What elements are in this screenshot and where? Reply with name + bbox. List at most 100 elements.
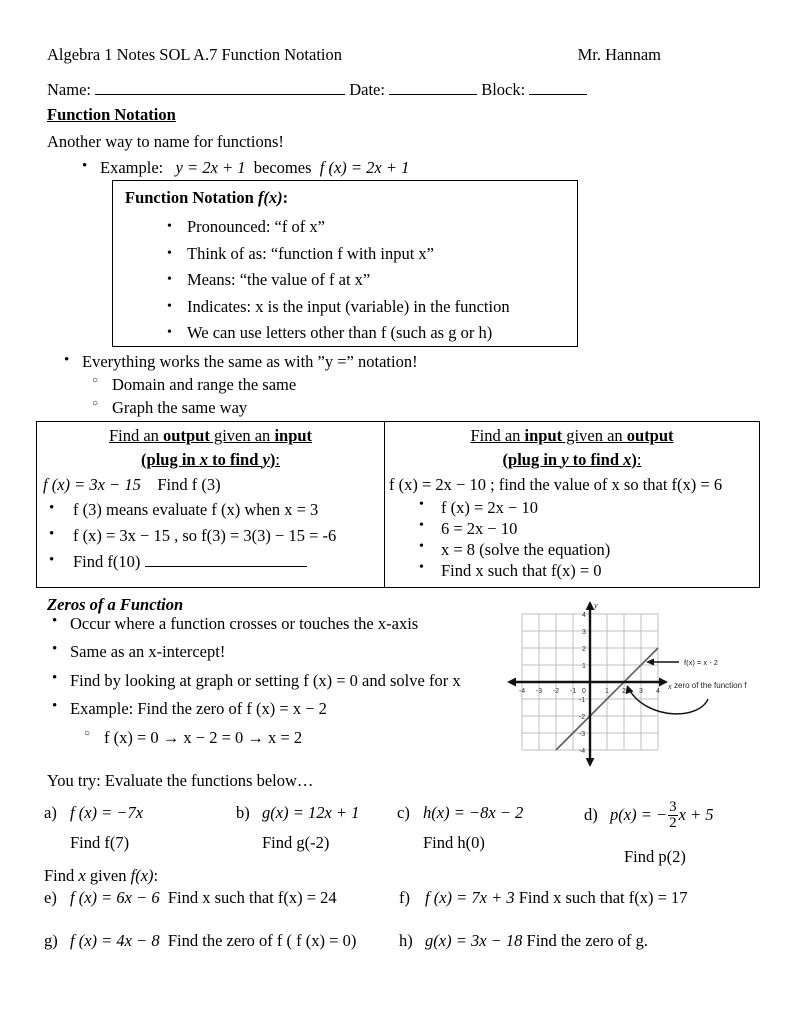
svg-text:1: 1: [582, 663, 586, 670]
list-item: Think of as: “function f with input x”: [161, 241, 510, 268]
exercise-task: Find the zero of g.: [526, 931, 648, 950]
svg-text:4: 4: [656, 688, 660, 695]
column-body: f (x) = 3x − 15 Find f (3) f (3) means e…: [37, 472, 384, 574]
list-item: x = 8 (solve the equation): [415, 538, 759, 560]
example-becomes: becomes: [253, 158, 312, 177]
exercise-d: d) p(x) = −3 2 x + 5 Find p(2): [584, 800, 714, 867]
course-title: Algebra 1 Notes SOL A.7 Function Notatio…: [47, 45, 342, 64]
column-header: Find an input given an output (plug in y…: [385, 422, 759, 472]
example-equation-fx: f (x) = 2x + 1: [319, 158, 410, 177]
y-axis: [585, 601, 595, 767]
given-equation: f (x) = 3x − 15: [43, 474, 141, 494]
exercise-equation: h(x) = −8x − 2: [423, 803, 524, 822]
y-tick-labels: 4 3 2 1 -1 -2 -3 -4: [579, 612, 586, 755]
svg-text:-3: -3: [579, 731, 585, 738]
given-problem-line: f (x) = 2x − 10 ; find the value of x so…: [389, 474, 723, 494]
given-equation-row: f (x) = 3x − 15 Find f (3): [43, 475, 384, 495]
box-title-suffix: :: [282, 188, 289, 207]
exercise-g: g) f (x) = 4x − 8 Find the zero of f ( f …: [44, 931, 356, 951]
list-item: Pronounced: “f of x”: [161, 214, 510, 241]
list-item: Same as an x-intercept!: [44, 640, 494, 662]
exercise-task: Find f(7): [70, 833, 130, 852]
list-item: Means: “the value of f at x”: [161, 267, 510, 294]
document-header: Algebra 1 Notes SOL A.7 Function Notatio…: [47, 45, 747, 65]
list-item: f (x) = 3x − 15 , so f(3) = 3(3) − 15 = …: [43, 524, 384, 547]
exercise-task: Find x such that f(x) = 17: [518, 888, 688, 907]
svg-text:-1: -1: [570, 688, 576, 695]
list-item: Find by looking at graph or setting f (x…: [44, 669, 494, 691]
list-item: f (x) = 2x − 10: [415, 496, 759, 518]
function-notation-box-list: Pronounced: “f of x” Think of as: “funct…: [161, 214, 510, 347]
box-title-prefix: Function Notation: [125, 188, 258, 207]
name-date-block-row: Name: Date: Block:: [47, 79, 747, 100]
exercise-c: c) h(x) = −8x − 2 Find h(0): [397, 803, 523, 853]
column-header: Find an output given an input (plug in x…: [37, 422, 384, 472]
block-label: Block:: [481, 80, 526, 99]
exercise-equation: f (x) = 4x − 8: [70, 931, 160, 950]
svg-text:3: 3: [582, 629, 586, 636]
svg-text:-4: -4: [579, 748, 585, 755]
exercise-letter: c): [397, 803, 410, 822]
list-item: Indicates: x is the input (variable) in …: [161, 294, 510, 321]
teacher-name: Mr. Hannam: [577, 45, 661, 64]
graph-svg: y x -4 -3 -2 -1 0 1 2 3 4 4 3 2 1 -1 -2 …: [507, 601, 747, 767]
fraction-three-halves: 32: [668, 799, 678, 831]
column-header-line2: (plug in x to find y):: [141, 449, 280, 469]
exercise-b: b) g(x) = 12x + 1 Find g(-2): [236, 803, 359, 853]
exercise-task: Find p(2): [624, 847, 686, 866]
svg-text:2: 2: [622, 688, 626, 695]
block-blank-field[interactable]: [529, 94, 588, 95]
exercise-task: Find the zero of f ( f (x) = 0): [167, 931, 357, 950]
everything-works-list: Everything works the same as with ”y =” …: [56, 350, 716, 419]
exercise-equation: f (x) = −7x: [70, 803, 144, 822]
zeros-bullet-list: Occur where a function crosses or touche…: [44, 612, 494, 749]
intro-line: Another way to name for functions!: [47, 132, 284, 151]
box-title-fx: f(x): [257, 188, 283, 207]
annotation-arrow-fx: [646, 658, 679, 666]
exercise-equation: g(x) = 12x + 1: [262, 803, 360, 822]
find-f10-answer-blank[interactable]: [144, 566, 307, 568]
table-column-input-given-output: Find an input given an output (plug in y…: [385, 422, 759, 587]
evaluate-exercises-grid: a) f (x) = −7x Find f(7) b) g(x) = 12x + 1…: [44, 800, 784, 867]
exercise-equation: f (x) = 7x + 3: [425, 888, 515, 907]
exercise-letter: f): [399, 888, 410, 907]
section-heading-zeros-of-a-function: Zeros of a Function: [47, 595, 184, 614]
date-label: Date:: [349, 80, 385, 99]
find-f10-label: Find f(10): [73, 552, 141, 572]
column-header-line2: (plug in y to find x):: [502, 449, 642, 469]
date-blank-field[interactable]: [389, 94, 478, 95]
list-item: f (x) = 0 → x − 2 = 0 → x = 2: [78, 727, 494, 749]
svg-text:3: 3: [639, 688, 643, 695]
exercise-task: Find g(-2): [262, 833, 330, 852]
svg-text:4: 4: [582, 612, 586, 619]
x-axis: [507, 677, 668, 687]
function-notation-callout-box: Function Notation f(x): Pronounced: “f o…: [112, 180, 578, 347]
findx-section-heading: Find x given f(x):: [44, 866, 159, 885]
exercise-task: Find x such that f(x) = 24: [167, 888, 337, 907]
given-task: Find f (3): [157, 474, 221, 494]
exercise-letter: e): [44, 888, 57, 907]
exercise-equation: p(x) = −3 2 x + 5: [610, 799, 714, 831]
exercise-letter: a): [44, 803, 57, 822]
document-page: Algebra 1 Notes SOL A.7 Function Notatio…: [0, 0, 791, 1024]
exercise-e: e) f (x) = 6x − 6 Find x such that f(x) =…: [44, 888, 337, 908]
exercise-h: h) g(x) = 3x − 18 Find the zero of g.: [399, 931, 648, 951]
list-item: Everything works the same as with ”y =” …: [56, 350, 716, 373]
name-blank-field[interactable]: [95, 94, 346, 95]
svg-text:2: 2: [582, 646, 586, 653]
svg-text:-2: -2: [579, 714, 585, 721]
exercise-letter: g): [44, 931, 58, 950]
y-axis-label: y: [593, 601, 598, 610]
exercise-task: Find h(0): [423, 833, 485, 852]
function-notation-box-title: Function Notation f(x):: [125, 188, 288, 208]
exercise-equation: g(x) = 3x − 18: [425, 931, 523, 950]
annotation-label-zero: zero of the function f: [674, 681, 747, 690]
example-bullet: Example: y = 2x + 1 becomes f (x) = 2x +…: [74, 156, 410, 179]
svg-text:-4: -4: [519, 688, 525, 695]
list-item: Find x such that f(x) = 0: [415, 559, 759, 581]
solution-steps-list: f (x) = 2x − 10 6 = 2x − 10 x = 8 (solve…: [389, 496, 759, 581]
input-output-comparison-table: Find an output given an input (plug in x…: [36, 421, 760, 588]
exercise-a: a) f (x) = −7x Find f(7): [44, 803, 143, 853]
list-item: Find f(10): [43, 550, 384, 573]
list-item: Domain and range the same: [86, 374, 716, 396]
